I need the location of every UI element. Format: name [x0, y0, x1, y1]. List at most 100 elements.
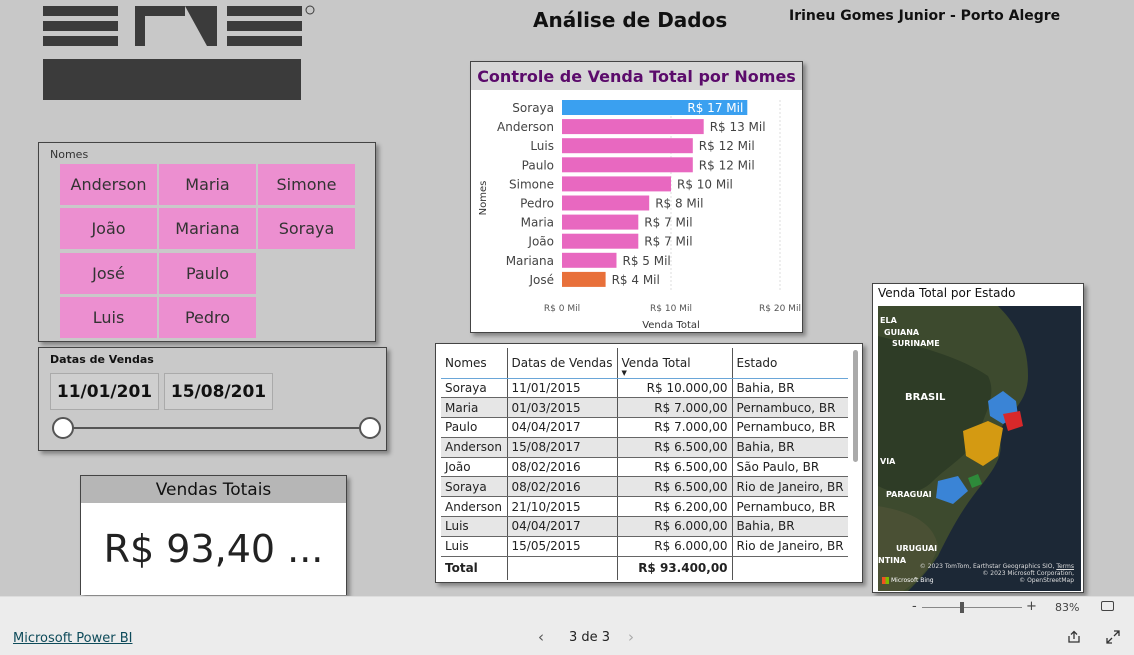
- name-chip-simone[interactable]: Simone: [258, 164, 355, 205]
- table-cell: Luis: [441, 536, 507, 557]
- map-canvas[interactable]: ELA GUIANA SURINAME BRASIL VIA PARAGUAI …: [878, 306, 1081, 591]
- total-label: Total: [441, 555, 507, 581]
- sales-table: Nomes Datas de Vendas Venda Total ▼ Estad…: [435, 343, 863, 583]
- bar-data-label: R$ 12 Mil: [699, 139, 755, 153]
- table-row[interactable]: Soraya 11/01/2015 R$ 10.000,00 Bahia, BR: [441, 378, 848, 399]
- bar[interactable]: [562, 252, 617, 268]
- table-row[interactable]: Soraya 08/02/2016 R$ 6.500,00 Rio de Janeir…: [441, 476, 848, 498]
- col-header-nomes[interactable]: Nomes: [441, 348, 507, 379]
- fullscreen-icon[interactable]: [1106, 630, 1120, 644]
- name-chip-mariana[interactable]: Mariana: [159, 208, 256, 249]
- col-header-estado[interactable]: Estado: [731, 348, 848, 379]
- bar[interactable]: [562, 214, 639, 230]
- bar[interactable]: [562, 233, 639, 249]
- y-category-label: Luis: [530, 139, 554, 153]
- x-tick-label: R$ 10 Mil: [650, 304, 692, 314]
- table-row[interactable]: João 08/02/2016 R$ 6.500,00 São Paulo, BR: [441, 457, 848, 478]
- name-chip-pedro[interactable]: Pedro: [159, 297, 256, 338]
- zoom-slider-track[interactable]: [922, 607, 1022, 608]
- table-row[interactable]: Paulo 04/04/2017 R$ 7.000,00 Pernambuco, BR: [441, 417, 848, 438]
- bar-data-label: R$ 5 Mil: [623, 254, 671, 268]
- table-cell: Pernambuco, BR: [731, 496, 848, 518]
- bar-data-label: R$ 17 Mil: [687, 101, 743, 115]
- zoom-in-button[interactable]: +: [1026, 599, 1037, 614]
- bar[interactable]: [562, 138, 693, 154]
- table-cell: Pernambuco, BR: [731, 417, 848, 438]
- fit-to-page-icon[interactable]: [1101, 601, 1114, 611]
- bar[interactable]: [562, 157, 693, 173]
- microsoft-icon: [882, 577, 889, 584]
- map-label-suriname: SURINAME: [892, 339, 940, 348]
- x-tick-label: R$ 20 Mil: [759, 304, 801, 314]
- table-cell: R$ 6.500,00: [616, 437, 733, 458]
- zoom-out-button[interactable]: -: [912, 599, 917, 614]
- bar-data-label: R$ 7 Mil: [644, 216, 692, 230]
- total-sales-value: R$ 93,40 ...: [81, 503, 346, 595]
- table-cell: R$ 6.500,00: [616, 457, 733, 478]
- prev-page-icon[interactable]: ‹: [538, 628, 544, 646]
- table-cell: Pernambuco, BR: [731, 397, 848, 419]
- y-category-label: José: [528, 273, 554, 287]
- name-chip-luis[interactable]: Luis: [60, 297, 157, 338]
- bar-data-label: R$ 4 Mil: [612, 273, 660, 287]
- table-row[interactable]: Anderson 15/08/2017 R$ 6.500,00 Bahia, BR: [441, 437, 848, 458]
- table-cell: Soraya: [441, 476, 507, 498]
- table-scrollbar[interactable]: [853, 350, 858, 462]
- table-cell: Soraya: [441, 378, 507, 399]
- share-icon[interactable]: [1067, 630, 1081, 644]
- table-cell: Luis: [441, 516, 507, 537]
- table-header-row: Nomes Datas de Vendas Venda Total ▼ Estad…: [441, 348, 848, 379]
- names-slicer: Nomes Anderson Maria Simone João Mariana…: [38, 142, 376, 342]
- table-cell: 01/03/2015: [506, 397, 618, 419]
- zoom-bar: - + 83%: [0, 596, 1134, 618]
- table-cell: Maria: [441, 397, 507, 419]
- map-label-brasil: BRASIL: [905, 392, 946, 403]
- bar[interactable]: [562, 119, 704, 135]
- date-range-track[interactable]: [63, 427, 369, 429]
- table-cell: Bahia, BR: [731, 437, 848, 458]
- page-indicator: 3 de 3: [569, 630, 611, 645]
- next-page-icon[interactable]: ›: [628, 628, 634, 646]
- y-axis-title: Nomes: [478, 181, 489, 216]
- page-title: Análise de Dados: [533, 8, 728, 32]
- end-date-input[interactable]: 15/08/201: [164, 373, 273, 410]
- name-chip-jose[interactable]: José: [60, 253, 157, 294]
- table-cell: Rio de Janeiro, BR: [731, 476, 848, 498]
- col-header-datas[interactable]: Datas de Vendas: [506, 348, 618, 379]
- table-cell: 15/05/2015: [506, 536, 618, 557]
- col-header-venda-total[interactable]: Venda Total ▼: [616, 348, 733, 379]
- map-label-ela: ELA: [880, 316, 897, 325]
- table-cell: São Paulo, BR: [731, 457, 848, 478]
- zoom-slider-thumb[interactable]: [960, 602, 964, 613]
- y-category-label: Maria: [521, 216, 554, 230]
- chart-title: Controle de Venda Total por Nomes: [471, 62, 802, 90]
- map-label-uruguai: URUGUAI: [896, 544, 938, 553]
- map-label-paraguai: PARAGUAI: [886, 490, 932, 499]
- zoom-level: 83%: [1055, 601, 1080, 614]
- table-cell: Paulo: [441, 417, 507, 438]
- bar[interactable]: [562, 176, 671, 192]
- start-date-input[interactable]: 11/01/201: [50, 373, 159, 410]
- name-chip-maria[interactable]: Maria: [159, 164, 256, 205]
- name-chip-soraya[interactable]: Soraya: [258, 208, 355, 249]
- bar[interactable]: [562, 195, 650, 211]
- bar[interactable]: [562, 271, 606, 287]
- date-range-start-handle[interactable]: [52, 417, 74, 439]
- table-cell: João: [441, 457, 507, 478]
- power-bi-link[interactable]: Microsoft Power BI: [13, 631, 132, 646]
- name-chip-joao[interactable]: João: [60, 208, 157, 249]
- map-terms-link[interactable]: Terms: [1056, 563, 1074, 570]
- map-label-via: VIA: [880, 457, 896, 466]
- date-range-end-handle[interactable]: [359, 417, 381, 439]
- name-chip-anderson[interactable]: Anderson: [60, 164, 157, 205]
- table-row[interactable]: Anderson 21/10/2015 R$ 6.200,00 Pernambuco,…: [441, 496, 848, 518]
- table-row[interactable]: Luis 15/05/2015 R$ 6.000,00 Rio de Janeiro,…: [441, 536, 848, 557]
- name-chip-paulo[interactable]: Paulo: [159, 253, 256, 294]
- sales-by-name-chart: Controle de Venda Total por Nomes R$ 0 M…: [470, 61, 803, 333]
- table-row[interactable]: Luis 04/04/2017 R$ 6.000,00 Bahia, BR: [441, 516, 848, 537]
- sort-desc-icon: ▼: [621, 369, 627, 377]
- table-row[interactable]: Maria 01/03/2015 R$ 7.000,00 Pernambuco, BR: [441, 397, 848, 419]
- author-label: Irineu Gomes Junior - Porto Alegre: [789, 8, 1061, 24]
- bar-data-label: R$ 7 Mil: [644, 235, 692, 249]
- total-value: R$ 93.400,00: [616, 555, 733, 581]
